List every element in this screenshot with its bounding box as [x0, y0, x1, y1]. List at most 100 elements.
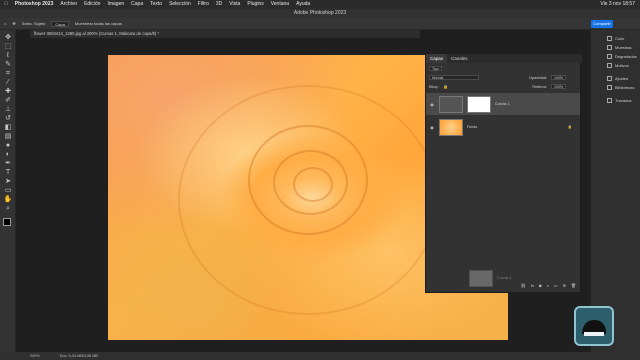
- menu-3d[interactable]: 3D: [216, 0, 222, 9]
- layer-name[interactable]: Curvas 1: [495, 102, 509, 106]
- menu-texto[interactable]: Texto: [150, 0, 162, 9]
- menu-filtro[interactable]: Filtro: [198, 0, 209, 9]
- pen-icon[interactable]: ✒: [3, 160, 13, 168]
- select-subject-option[interactable]: Selec. Sujeto: [22, 18, 46, 30]
- lasso-icon[interactable]: ℓ: [3, 52, 13, 60]
- mac-menubar:  Photoshop 2023 Archivo Edición Imagen …: [0, 0, 640, 9]
- eraser-icon[interactable]: ◧: [3, 124, 13, 132]
- share-button[interactable]: Compartir: [591, 20, 613, 28]
- menu-imagen[interactable]: Imagen: [107, 0, 124, 9]
- quick-select-icon[interactable]: ✎: [3, 61, 13, 69]
- stamp-icon[interactable]: ⊥: [3, 106, 13, 114]
- menu-vista[interactable]: Vista: [229, 0, 240, 9]
- eyedropper-icon[interactable]: ⁄: [3, 79, 13, 87]
- blur-icon[interactable]: ●: [3, 142, 13, 150]
- color-icon: [607, 36, 612, 41]
- menu-ventana[interactable]: Ventana: [271, 0, 289, 9]
- paths-icon: [607, 98, 612, 103]
- fill-label: Relleno:: [532, 84, 548, 89]
- home-icon[interactable]: ⌂: [4, 18, 6, 30]
- layer-thumb: [439, 118, 463, 136]
- path-select-icon[interactable]: ➤: [3, 178, 13, 186]
- libraries-icon: [607, 85, 612, 90]
- layers-footer: ⛓ fx ◙ ◑ ▭ ⊕ 🗑: [426, 283, 582, 288]
- folder-icon[interactable]: ▭: [554, 283, 558, 288]
- mode-select[interactable]: Capa: [51, 20, 69, 27]
- apple-icon[interactable]: : [4, 0, 8, 9]
- tab-capas[interactable]: Capas: [426, 54, 448, 63]
- mask-icon[interactable]: ◙: [539, 283, 541, 288]
- blend-mode-select[interactable]: Normal: [429, 75, 479, 80]
- history-brush-icon[interactable]: ↺: [3, 115, 13, 123]
- blend-row: Normal Opacidad: 100%: [426, 75, 582, 80]
- dock-degradados[interactable]: Degradados: [607, 54, 637, 59]
- zoom-icon[interactable]: ⌕: [3, 205, 13, 213]
- layer-fondo[interactable]: ◉ Fondo 🔒: [426, 116, 580, 138]
- dock-muestras[interactable]: Muestras: [607, 45, 631, 50]
- menu-edicion[interactable]: Edición: [84, 0, 100, 9]
- marquee-icon[interactable]: ⬚: [3, 43, 13, 51]
- dock-bibliotecas[interactable]: Bibliotecas: [607, 85, 634, 90]
- eye-icon[interactable]: ◉: [429, 125, 435, 130]
- layer-curvas-1[interactable]: ◉ Curvas 1: [426, 93, 580, 115]
- trash-icon[interactable]: 🗑: [571, 283, 576, 288]
- foreground-color[interactable]: [3, 218, 11, 226]
- opacity-field[interactable]: 100%: [551, 75, 566, 80]
- menu-ayuda[interactable]: Ayuda: [296, 0, 310, 9]
- right-dock: Color Muestras Degradados Motivos Ajuste…: [590, 30, 640, 352]
- move-icon[interactable]: ✥: [3, 34, 13, 42]
- menu-capa[interactable]: Capa: [131, 0, 143, 9]
- opacity-label: Opacidad:: [528, 75, 548, 80]
- clock: Vie 3 nov 18:57: [600, 1, 635, 7]
- mask-thumb[interactable]: [467, 95, 491, 113]
- patterns-icon: [607, 63, 612, 68]
- layer-name[interactable]: Fondo: [467, 125, 477, 129]
- channel-logo-watermark: [574, 306, 614, 346]
- zoom-level[interactable]: 200%: [30, 352, 40, 360]
- crop-icon[interactable]: ⌗: [3, 70, 13, 78]
- layers-panel: Capas Canales Tipo Normal Opacidad: 100%…: [425, 53, 582, 293]
- fill-field[interactable]: 100%: [551, 84, 566, 89]
- gradient-icon[interactable]: ▤: [3, 133, 13, 141]
- dock-color[interactable]: Color: [607, 36, 625, 41]
- lock-row: Bloq.: 🔒 Relleno: 100%: [426, 84, 582, 89]
- adjustment-icon[interactable]: ◑: [546, 283, 548, 288]
- hand-icon[interactable]: ✋: [3, 196, 13, 204]
- layers-panel-tabs: Capas Canales: [426, 54, 582, 63]
- brush-icon[interactable]: ✐: [3, 97, 13, 105]
- dock-trazados[interactable]: Trazados: [607, 98, 632, 103]
- tab-canales[interactable]: Canales: [447, 54, 472, 63]
- kind-filter[interactable]: Tipo: [429, 66, 442, 71]
- logo-icon: [582, 320, 606, 336]
- ghost-name: Curvas 1: [497, 276, 512, 280]
- menu-archivo[interactable]: Archivo: [60, 0, 77, 9]
- menu-seleccion[interactable]: Selección: [169, 0, 191, 9]
- lock-icon[interactable]: 🔒: [443, 84, 448, 89]
- document-tab[interactable]: flower-3063414_1280.jpg al 200% (Curvas …: [30, 30, 420, 38]
- fx-icon[interactable]: fx: [531, 283, 534, 288]
- type-icon[interactable]: T: [3, 169, 13, 177]
- dodge-icon[interactable]: ◐: [3, 151, 13, 159]
- dock-motivos[interactable]: Motivos: [607, 63, 629, 68]
- move-tool-icon[interactable]: ✥: [12, 18, 15, 30]
- dock-ajustes[interactable]: Ajustes: [607, 76, 628, 81]
- menu-plugins[interactable]: Plugins: [247, 0, 263, 9]
- swatches-icon: [607, 45, 612, 50]
- sample-all-option[interactable]: Muestrear todas las capas: [75, 18, 122, 30]
- eye-icon[interactable]: ◉: [429, 102, 435, 107]
- adjustment-thumb: [439, 95, 463, 113]
- filter-row: Tipo: [426, 66, 582, 71]
- app-menu[interactable]: Photoshop 2023: [15, 0, 54, 9]
- options-bar: ⌂ ✥ Selec. Sujeto Capa Muestrear todas l…: [0, 18, 640, 30]
- link-icon[interactable]: ⛓: [521, 283, 526, 288]
- shape-icon[interactable]: ▭: [3, 187, 13, 195]
- lock-icon: 🔒: [567, 125, 572, 129]
- adjustments-icon: [607, 76, 612, 81]
- tools-panel: ✥ ⬚ ℓ ✎ ⌗ ⁄ ✚ ✐ ⊥ ↺ ◧ ▤ ● ◐ ✒ T ➤ ▭ ✋ ⌕: [0, 30, 16, 352]
- doc-size: Doc: 5,34 MB/4,06 MB: [59, 354, 98, 358]
- new-layer-icon[interactable]: ⊕: [563, 283, 566, 288]
- healing-icon[interactable]: ✚: [3, 88, 13, 96]
- gradients-icon: [607, 54, 612, 59]
- lock-label: Bloq.:: [429, 84, 440, 89]
- status-bar: 200% Doc: 5,34 MB/4,06 MB: [0, 352, 640, 360]
